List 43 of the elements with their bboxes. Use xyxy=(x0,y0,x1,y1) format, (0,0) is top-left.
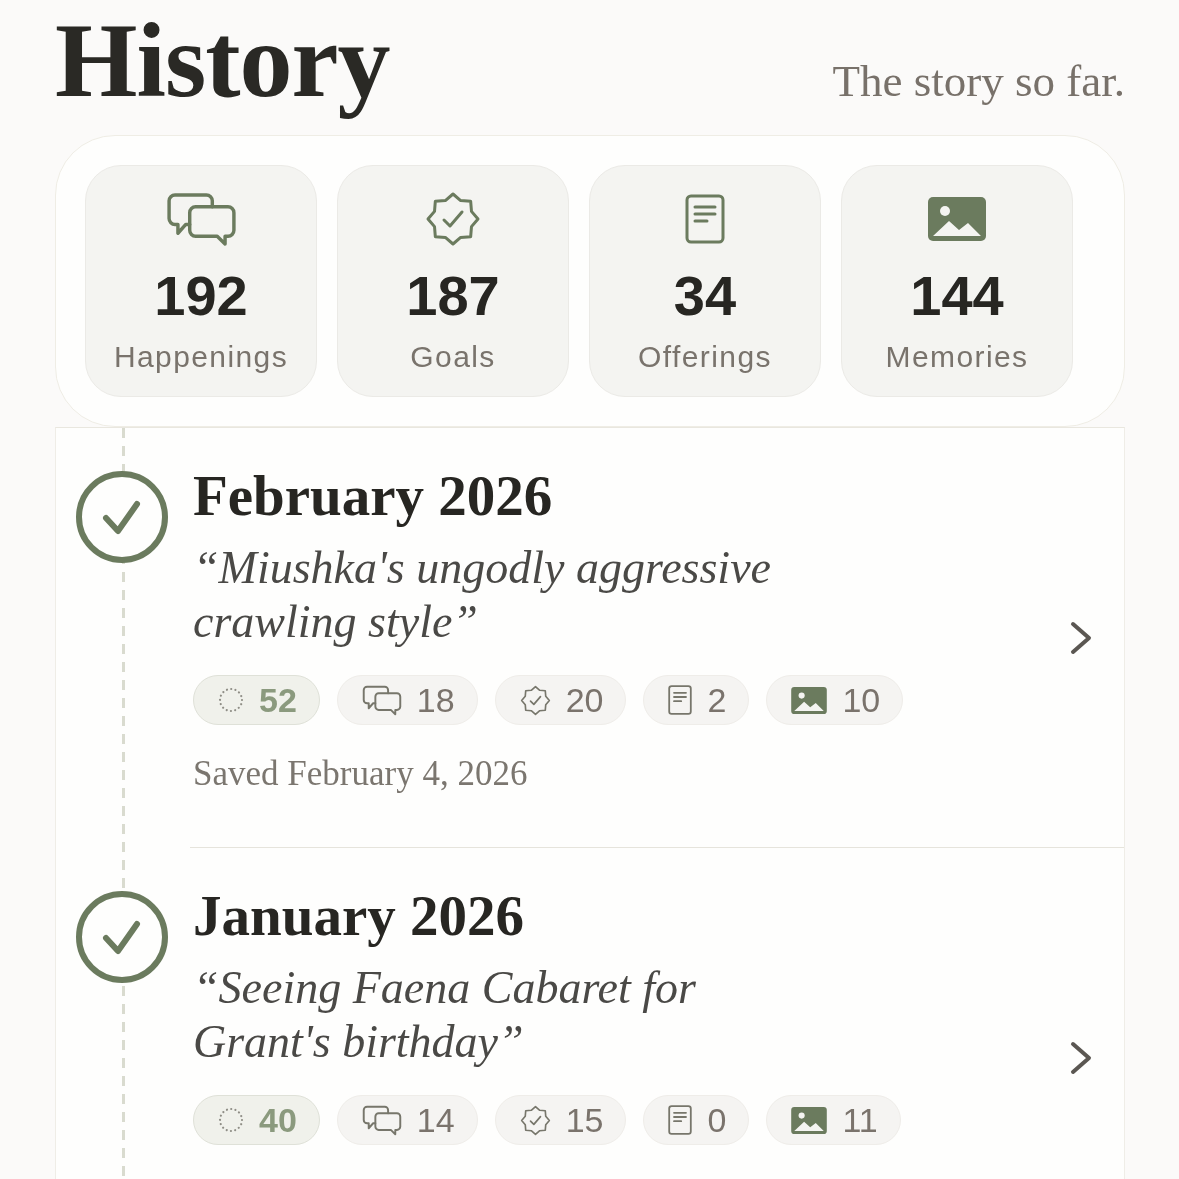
image-icon xyxy=(791,1106,828,1134)
entry-row[interactable]: February 2026 “Miushka's ungodly aggressive crawling style” 52 18 20 2 10 Saved February 4, 2026 xyxy=(190,428,1124,848)
document-icon xyxy=(668,685,693,715)
check-badge-icon xyxy=(519,684,551,716)
stat-label: Memories xyxy=(885,339,1029,375)
speech-bubbles-icon xyxy=(165,191,237,247)
page-subtitle: The story so far. xyxy=(832,55,1125,107)
stat-label: Offerings xyxy=(638,339,772,375)
count-value: 20 xyxy=(565,680,604,720)
saved-date: Saved February 4, 2026 xyxy=(193,753,529,795)
count-value: 15 xyxy=(565,1100,604,1140)
entry-row[interactable]: January 2026 “Seeing Faena Cabaret for Grant's birthday” 40 14 15 0 11 xyxy=(190,848,1124,1179)
stat-value: 34 xyxy=(673,264,737,328)
dotted-circle-icon xyxy=(218,687,244,713)
entry-quote: “Seeing Faena Cabaret for Grant's birthday” xyxy=(193,961,697,1069)
count-value: 0 xyxy=(707,1100,727,1140)
image-icon xyxy=(791,686,828,714)
entry-title: January 2026 xyxy=(193,885,525,947)
count-value: 52 xyxy=(259,680,297,720)
stat-value: 144 xyxy=(910,264,1004,328)
check-badge-icon xyxy=(519,1104,551,1136)
count-value: 18 xyxy=(416,680,455,720)
count-value: 40 xyxy=(259,1100,297,1140)
stat-label: Goals xyxy=(410,339,496,375)
speech-bubbles-icon xyxy=(361,1104,402,1136)
entry-quote: “Miushka's ungodly aggressive crawling style” xyxy=(193,541,772,649)
count-value: 2 xyxy=(707,680,727,720)
document-icon xyxy=(685,194,725,244)
chevron-right-icon xyxy=(1069,619,1093,656)
speech-bubbles-icon xyxy=(361,684,402,716)
count-value: 10 xyxy=(842,680,881,720)
image-icon xyxy=(928,197,986,241)
check-badge-icon xyxy=(425,191,481,247)
chevron-right-icon xyxy=(1069,1039,1093,1076)
entry-title: February 2026 xyxy=(193,465,554,527)
page-title: History xyxy=(55,1,391,121)
document-icon xyxy=(668,1105,693,1135)
stat-label: Happenings xyxy=(113,339,289,375)
count-value: 14 xyxy=(416,1100,455,1140)
stat-value: 192 xyxy=(154,264,248,328)
stat-value: 187 xyxy=(406,264,500,328)
count-value: 11 xyxy=(842,1100,878,1140)
dotted-circle-icon xyxy=(218,1107,244,1133)
